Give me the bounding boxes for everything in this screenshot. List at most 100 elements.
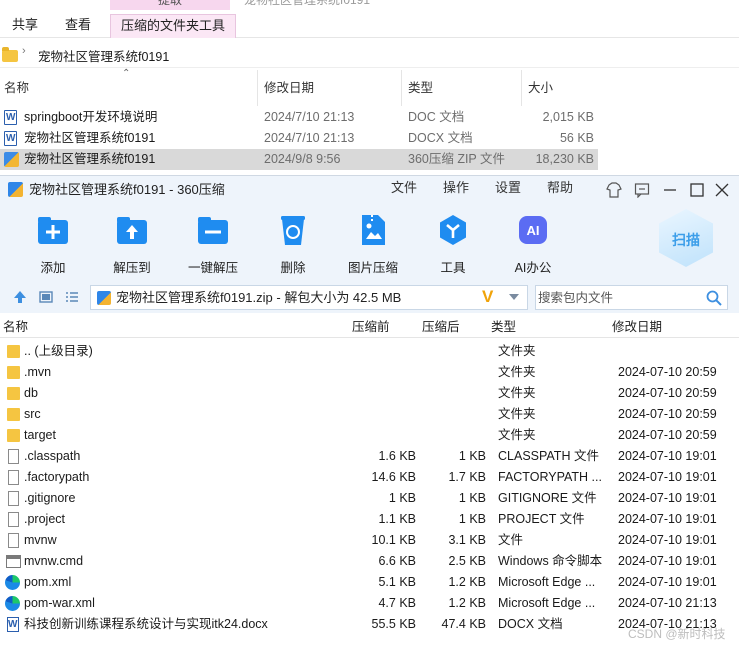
menu-settings[interactable]: 设置 [495,176,521,200]
col-type[interactable]: 类型 [408,78,433,100]
image-compress-label: 图片压缩 [347,261,398,275]
item-date: 2024-07-10 20:59 [618,365,717,379]
item-name: pom-war.xml [24,596,95,610]
file-date: 2024/7/10 21:13 [264,110,355,124]
list-view-icon[interactable] [65,290,79,304]
menu-help[interactable]: 帮助 [547,176,573,200]
file-date: 2024/7/10 21:13 [264,131,355,145]
item-name: .project [24,512,65,526]
v-badge-icon[interactable]: V [482,288,493,306]
column-divider[interactable] [257,70,258,106]
up-arrow-icon[interactable] [13,290,27,304]
thumbnail-view-icon[interactable] [39,290,53,304]
list-item[interactable]: .. (上级目录) 文件夹 [0,341,739,362]
image-compress-button[interactable]: 图片压缩 [338,213,408,279]
minimize-icon[interactable] [662,182,678,198]
tab-view[interactable]: 查看 [65,14,91,38]
folder-icon [7,429,20,442]
item-date: 2024-07-10 19:01 [618,512,717,526]
add-button[interactable]: 添加 [18,213,88,279]
add-icon [36,213,70,247]
item-date: 2024-07-10 19:01 [618,470,717,484]
list-item[interactable]: pom-war.xml 4.7 KB 1.2 KB Microsoft Edge… [0,593,739,614]
feedback-icon[interactable] [634,182,650,198]
col-name[interactable]: 名称 [3,316,28,338]
item-size-before: 10.1 KB [371,533,416,547]
list-item[interactable]: mvnw.cmd 6.6 KB 2.5 KB Windows 命令脚本 2024… [0,551,739,572]
tab-compressed-folder-tools[interactable]: 压缩的文件夹工具 [110,14,237,38]
list-item[interactable]: .factorypath 14.6 KB 1.7 KB FACTORYPATH … [0,467,739,488]
tools-button[interactable]: 工具 [418,213,488,279]
file-row-selected[interactable]: 宠物社区管理系统f0191 2024/9/8 9:56 360压缩 ZIP 文件… [0,149,598,170]
item-size-after: 1.7 KB [448,470,486,484]
col-name[interactable]: 名称 [4,78,29,100]
col-type[interactable]: 类型 [491,316,516,338]
skin-icon[interactable] [606,182,622,198]
delete-button[interactable]: 删除 [258,213,328,279]
item-name: .gitignore [24,491,76,505]
item-date: 2024-07-10 19:01 [618,491,717,505]
list-item[interactable]: db 文件夹 2024-07-10 20:59 [0,383,739,404]
zip-toolbar: 添加 解压到 一键解压 删除 图片压缩 工具 AI AI办公 扫描 [0,203,739,281]
item-size-before: 6.6 KB [378,554,416,568]
col-date[interactable]: 修改日期 [612,316,662,338]
file-row[interactable]: springboot开发环境说明 2024/7/10 21:13 DOC 文档 … [0,107,598,128]
path-bar: 宠物社区管理系统f0191.zip - 解包大小为 42.5 MB V [0,281,739,313]
watermark: CSDN @新时科技 [628,627,726,641]
breadcrumb[interactable]: 宠物社区管理系统f0191 [38,46,169,65]
chevron-down-icon[interactable] [509,294,519,300]
scan-button[interactable]: 扫描 [655,205,717,275]
item-size-before: 5.1 KB [378,575,416,589]
app-logo-icon [8,182,23,197]
col-date[interactable]: 修改日期 [264,78,314,100]
list-item[interactable]: .mvn 文件夹 2024-07-10 20:59 [0,362,739,383]
sort-up-icon: ⌃ [122,68,131,79]
item-type: 文件夹 [498,386,536,400]
col-size[interactable]: 大小 [528,78,553,100]
maximize-icon[interactable] [689,182,705,198]
item-size-after: 47.4 KB [441,617,486,631]
column-divider[interactable] [401,70,402,106]
item-name: .factorypath [24,470,90,484]
explorer-title-partial: 宠物社区管理系统f0191 [244,0,371,7]
file-icon [8,512,19,527]
search-icon[interactable] [706,290,722,306]
menu-file[interactable]: 文件 [391,176,417,200]
item-type: CLASSPATH 文件 [498,449,599,463]
extract-to-icon [115,213,149,247]
list-item[interactable]: target 文件夹 2024-07-10 20:59 [0,425,739,446]
archive-path-field[interactable]: 宠物社区管理系统f0191.zip - 解包大小为 42.5 MB V [90,285,528,310]
file-icon [8,533,19,548]
col-size-before[interactable]: 压缩前 [352,316,390,338]
file-type: DOC 文档 [408,110,465,124]
list-item[interactable]: .project 1.1 KB 1 KB PROJECT 文件 2024-07-… [0,509,739,530]
list-item[interactable]: mvnw 10.1 KB 3.1 KB 文件 2024-07-10 19:01 [0,530,739,551]
one-click-extract-button[interactable]: 一键解压 [178,213,248,279]
address-bar[interactable]: › 宠物社区管理系统f0191 [0,42,739,68]
col-size-after[interactable]: 压缩后 [422,316,460,338]
column-divider[interactable] [521,70,522,106]
file-size: 2,015 KB [542,110,594,124]
item-date: 2024-07-10 20:59 [618,386,717,400]
file-row[interactable]: 宠物社区管理系统f0191 2024/7/10 21:13 DOCX 文档 56… [0,128,598,149]
extract-to-button[interactable]: 解压到 [97,213,167,279]
list-item[interactable]: src 文件夹 2024-07-10 20:59 [0,404,739,425]
tab-share[interactable]: 共享 [12,14,38,38]
edge-browser-icon [5,596,20,611]
ai-icon: AI [516,213,550,247]
menu-operate[interactable]: 操作 [443,176,469,200]
list-item[interactable]: .classpath 1.6 KB 1 KB CLASSPATH 文件 2024… [0,446,739,467]
search-box[interactable] [535,285,728,310]
list-item[interactable]: .gitignore 1 KB 1 KB GITIGNORE 文件 2024-0… [0,488,739,509]
close-icon[interactable] [714,182,730,198]
item-date: 2024-07-10 20:59 [618,407,717,421]
ai-office-button[interactable]: AI AI办公 [498,213,568,279]
image-compress-icon [356,213,390,247]
list-item[interactable]: pom.xml 5.1 KB 1.2 KB Microsoft Edge ...… [0,572,739,593]
item-type: 文件夹 [498,428,536,442]
search-input[interactable] [538,288,698,307]
one-click-extract-icon [196,213,230,247]
item-size-after: 1 KB [458,449,486,463]
item-type: 文件夹 [498,365,536,379]
file-size: 56 KB [559,131,594,145]
